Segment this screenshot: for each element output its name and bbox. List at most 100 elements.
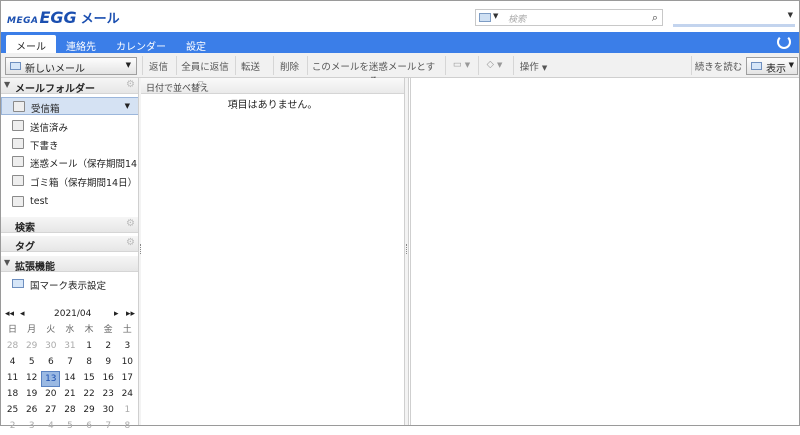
- collapse-icon[interactable]: ▼: [4, 80, 10, 89]
- extensions-section-header[interactable]: ▼ 拡張機能: [1, 256, 139, 273]
- sort-bar[interactable]: 日付で並べ替え ▽: [141, 78, 404, 94]
- calendar-day[interactable]: 28: [60, 403, 79, 419]
- calendar-day[interactable]: 17: [118, 371, 137, 387]
- search-section-header[interactable]: 検索 ⚙: [1, 217, 139, 234]
- forward-button[interactable]: 転送: [235, 56, 265, 75]
- gear-icon[interactable]: ⚙: [126, 218, 135, 229]
- calendar-nav: ◂◂ ◂ 2021/04 ▸ ▸▸: [1, 307, 139, 323]
- tag-button[interactable]: ◇ ▼: [478, 56, 510, 75]
- calendar-day[interactable]: 31: [60, 339, 79, 355]
- folder-test[interactable]: test: [1, 193, 139, 211]
- sort-direction-icon[interactable]: ▽: [198, 80, 203, 88]
- tab-calendar[interactable]: カレンダー: [111, 35, 171, 53]
- sent-icon: [12, 120, 24, 131]
- folder-inbox[interactable]: 受信箱 ▼: [1, 97, 139, 115]
- splitter-grip[interactable]: [406, 244, 407, 254]
- megaegg-logo[interactable]: MEGA EGG メール: [7, 8, 120, 27]
- search-input[interactable]: 検索: [508, 12, 526, 25]
- folder-sent[interactable]: 送信済み: [1, 117, 139, 135]
- delete-button[interactable]: 削除: [273, 56, 305, 75]
- tags-section-header[interactable]: タグ ⚙: [1, 236, 139, 253]
- calendar-day[interactable]: 24: [118, 387, 137, 403]
- refresh-icon[interactable]: [777, 35, 791, 49]
- calendar-day[interactable]: 30: [41, 339, 60, 355]
- calendar-day[interactable]: 30: [99, 403, 118, 419]
- calendar-day[interactable]: 29: [80, 403, 99, 419]
- calendar-day[interactable]: 18: [3, 387, 22, 403]
- calendar-day[interactable]: 20: [41, 387, 60, 403]
- calendar-day[interactable]: 1: [80, 339, 99, 355]
- calendar-day[interactable]: 26: [22, 403, 41, 419]
- folder-spam[interactable]: 迷惑メール（保存期間14日）: [1, 153, 156, 171]
- calendar-day[interactable]: 9: [99, 355, 118, 371]
- tab-settings[interactable]: 設定: [180, 35, 212, 53]
- actions-button[interactable]: 操作 ▼: [513, 56, 553, 75]
- calendar-day[interactable]: 3: [22, 419, 41, 435]
- calendar-day[interactable]: 12: [22, 371, 41, 387]
- new-mail-button[interactable]: 新しいメール ▼: [5, 57, 137, 75]
- gear-icon[interactable]: ⚙: [126, 79, 135, 90]
- next-year-icon[interactable]: ▸▸: [126, 309, 135, 319]
- prev-year-icon[interactable]: ◂◂: [5, 309, 14, 319]
- reply-button[interactable]: 返信: [142, 56, 174, 75]
- calendar-day[interactable]: 21: [60, 387, 79, 403]
- calendar-day[interactable]: 13: [41, 371, 61, 387]
- calendar-day[interactable]: 10: [118, 355, 137, 371]
- calendar-day[interactable]: 14: [60, 371, 79, 387]
- calendar-day[interactable]: 16: [99, 371, 118, 387]
- calendar-day[interactable]: 7: [60, 355, 79, 371]
- main-nav: メール 連絡先 カレンダー 設定: [1, 32, 799, 53]
- move-folder-button[interactable]: ▭ ▼: [445, 56, 477, 75]
- calendar-day[interactable]: 29: [22, 339, 41, 355]
- folder-label: 送信済み: [30, 123, 69, 134]
- folder-label: ゴミ箱（保存期間14日）: [30, 178, 138, 189]
- calendar-day[interactable]: 25: [3, 403, 22, 419]
- mail-scope-icon[interactable]: [479, 13, 491, 22]
- gear-icon[interactable]: ⚙: [126, 237, 135, 248]
- calendar-day[interactable]: 19: [22, 387, 41, 403]
- calendar-day[interactable]: 2: [99, 339, 118, 355]
- chevron-down-icon[interactable]: ▼: [126, 61, 131, 69]
- user-menu[interactable]: ▼: [673, 9, 795, 27]
- mark-spam-button[interactable]: このメールを迷惑メールとする: [307, 56, 439, 87]
- calendar-day[interactable]: 8: [80, 355, 99, 371]
- calendar-day[interactable]: 8: [118, 419, 137, 435]
- calendar-day[interactable]: 15: [80, 371, 99, 387]
- chevron-down-icon[interactable]: ▼: [493, 12, 498, 20]
- mail-folders-header[interactable]: ▼ メールフォルダー ⚙: [1, 78, 139, 95]
- calendar-day[interactable]: 7: [99, 419, 118, 435]
- collapse-icon[interactable]: ▼: [4, 258, 10, 267]
- read-more-button[interactable]: 続きを読む: [691, 56, 745, 75]
- calendar-day[interactable]: 1: [118, 403, 137, 419]
- calendar-day[interactable]: 27: [41, 403, 60, 419]
- tab-mail[interactable]: メール: [6, 35, 56, 53]
- country-mark-settings[interactable]: 国マーク表示設定: [1, 276, 139, 292]
- chevron-down-icon[interactable]: ▼: [125, 102, 130, 110]
- preview-pane: [410, 78, 799, 425]
- calendar-day[interactable]: 22: [80, 387, 99, 403]
- chevron-down-icon: ▼: [541, 64, 548, 72]
- folder-trash[interactable]: ゴミ箱（保存期間14日）: [1, 172, 139, 190]
- calendar-day[interactable]: 4: [41, 419, 60, 435]
- folder-drafts[interactable]: 下書き: [1, 135, 139, 153]
- calendar-day[interactable]: 23: [99, 387, 118, 403]
- calendar-day[interactable]: 6: [80, 419, 99, 435]
- calendar-day[interactable]: 6: [41, 355, 60, 371]
- view-button[interactable]: 表示 ▼: [746, 57, 798, 75]
- list-splitter[interactable]: [404, 78, 409, 425]
- next-month-icon[interactable]: ▸: [114, 309, 119, 319]
- calendar-day[interactable]: 2: [3, 419, 22, 435]
- search-icon[interactable]: ⌕: [652, 11, 658, 25]
- spam-icon: [12, 156, 24, 167]
- calendar-day[interactable]: 28: [3, 339, 22, 355]
- prev-month-icon[interactable]: ◂: [20, 309, 25, 319]
- search-box[interactable]: ▼ 検索 ⌕: [475, 9, 663, 26]
- calendar-day[interactable]: 5: [60, 419, 79, 435]
- calendar-day[interactable]: 3: [118, 339, 137, 355]
- calendar-day[interactable]: 5: [22, 355, 41, 371]
- tab-contacts[interactable]: 連絡先: [59, 35, 103, 53]
- calendar-day[interactable]: 11: [3, 371, 22, 387]
- calendar-day[interactable]: 4: [3, 355, 22, 371]
- reply-all-button[interactable]: 全員に返信: [176, 56, 233, 75]
- chevron-down-icon[interactable]: ▼: [788, 11, 793, 19]
